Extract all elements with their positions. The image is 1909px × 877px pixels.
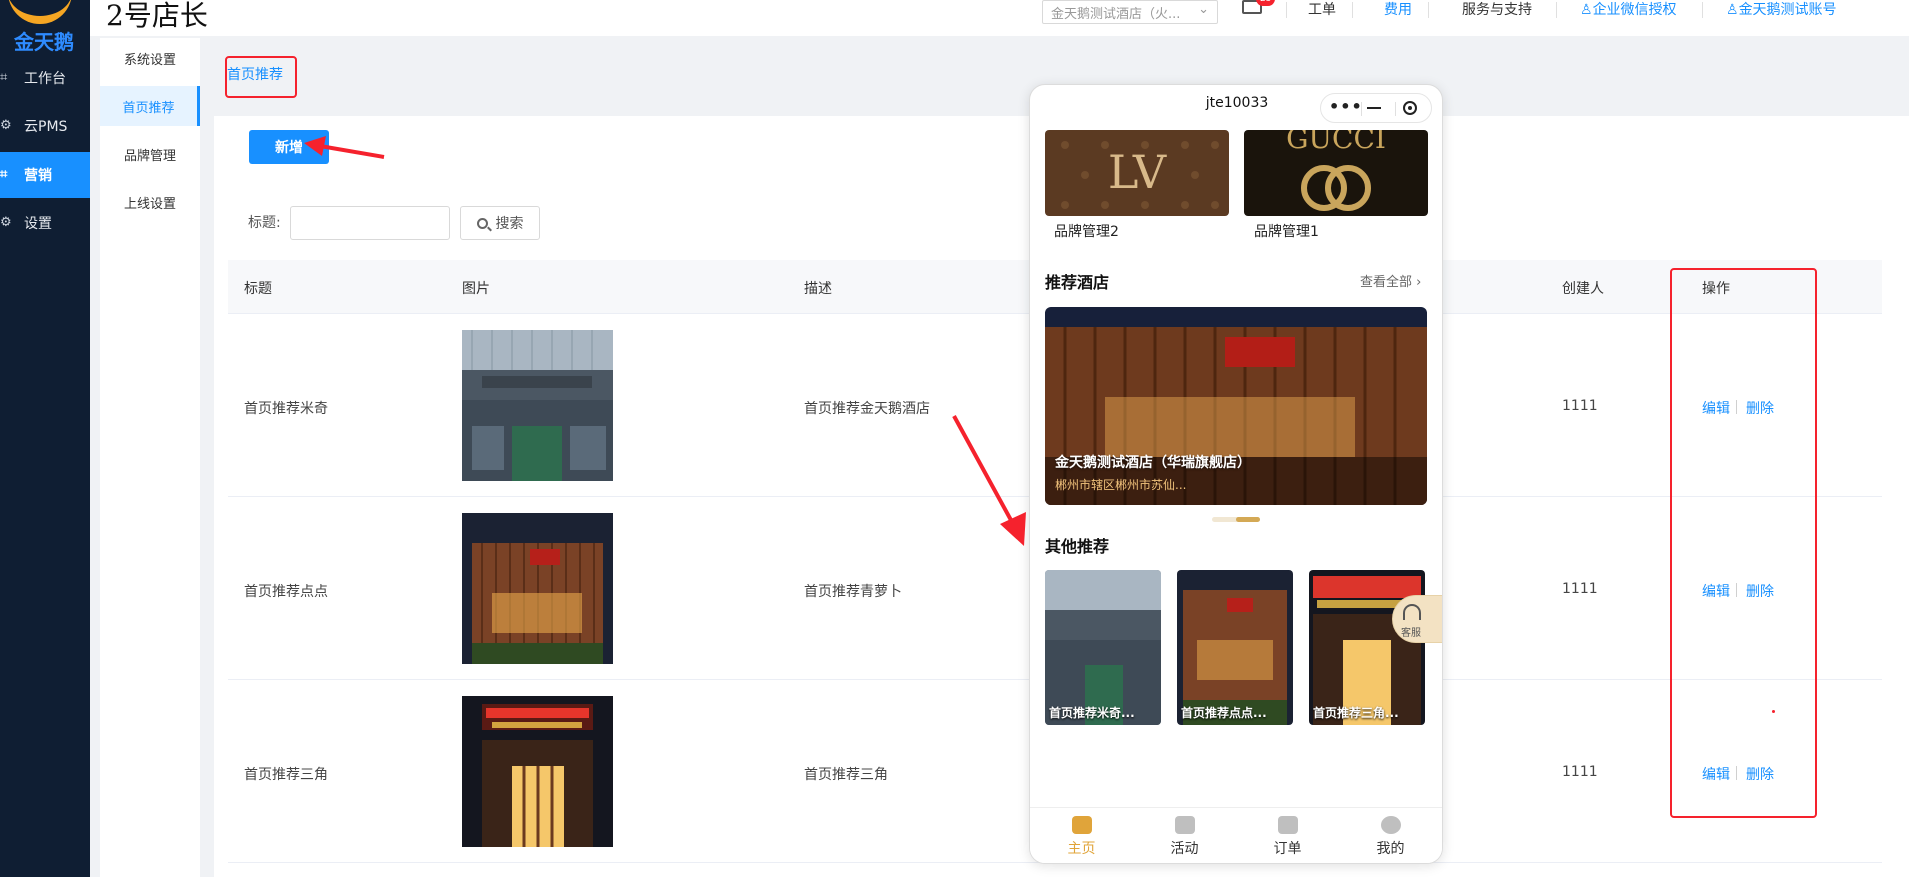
sidebar-item-label: 设置 [24,216,52,232]
row-title: 首页推荐米奇 [244,401,328,417]
headset-icon [1403,604,1421,620]
capsule-menu[interactable]: ••• [1320,93,1432,123]
other-recommend-label: 首页推荐米奇... [1049,706,1135,720]
gear-icon: ⚙ [0,215,12,230]
brand-name: 品牌管理1 [1254,224,1319,240]
annotation-box-actions [1670,268,1817,818]
row-creator: 1111 [1562,398,1598,414]
sidebar-item-label: 营销 [24,168,52,184]
submenu-item-system-settings[interactable]: 系统设置 [100,38,200,78]
mini-program-preview: jte10033 ••• LV GUCCI 品牌管理2 品牌管理1 推荐酒店 查… [1029,84,1443,864]
brand-image-lv[interactable]: LV [1045,130,1229,216]
other-recommend-card[interactable]: 首页推荐米奇... [1045,570,1161,725]
row-creator: 1111 [1562,581,1598,597]
other-recommend-image [1177,570,1293,725]
hotel-select-value: 金天鹅测试酒店（火... [1051,7,1181,22]
sidebar-item-pms[interactable]: ⚙ 云PMS [0,103,90,149]
header-link-wechat-auth[interactable]: ♙企业微信授权 [1580,0,1677,22]
chevron-right-icon: › [1416,275,1422,290]
header-link-support[interactable]: 服务与支持 [1462,0,1532,22]
hotel-banner[interactable]: 金天鹅测试酒店（华瑞旗舰店） 郴州市辖区郴州市苏仙... [1045,307,1427,505]
recommended-hotels-title: 推荐酒店 [1045,273,1110,292]
chevron-down-icon: ⌄ [1198,2,1209,17]
tab-home[interactable]: 主页 [1030,808,1133,863]
hotel-banner-name: 金天鹅测试酒店（华瑞旗舰店） [1055,455,1251,471]
more-icon[interactable]: ••• [1329,99,1362,115]
title-filter-label: 标题: [248,215,281,231]
title-filter-input[interactable] [290,206,450,240]
order-icon [1277,816,1298,834]
other-recommend-card[interactable]: 首页推荐点点... [1177,570,1293,725]
minimize-icon[interactable] [1367,107,1381,109]
message-button[interactable]: 25 [1240,0,1276,24]
star-icon [1174,816,1195,834]
header-link-fees[interactable]: 费用 [1384,0,1412,22]
sidebar-item-settings[interactable]: ⚙ 设置 [0,200,90,246]
submenu-item-online-settings[interactable]: 上线设置 [100,182,200,222]
other-recommend-card[interactable]: 首页推荐三角... [1309,570,1425,725]
carousel-indicator [1212,517,1260,522]
logo: 金天鹅 [0,0,90,54]
header-link-account[interactable]: ♙金天鹅测试账号 [1726,0,1837,22]
brand-image-gucci[interactable]: GUCCI [1244,130,1428,216]
sidebar-item-marketing[interactable]: ⌗ 营销 [0,152,90,198]
annotation-dot [1772,710,1775,713]
other-recommend-label: 首页推荐三角... [1313,706,1399,720]
brand-image-text: GUCCI [1286,130,1386,155]
tab-orders[interactable]: 订单 [1236,808,1339,863]
other-recommend-label: 首页推荐点点... [1181,706,1267,720]
other-recommend-title: 其他推荐 [1045,537,1110,556]
logo-text: 金天鹅 [14,30,74,54]
user-icon [1380,816,1401,834]
add-button[interactable]: 新增 [249,130,329,164]
sidebar-item-label: 工作台 [24,71,66,87]
notification-badge: 25 [1256,0,1276,6]
row-image [462,330,613,481]
row-image [462,513,613,664]
sidebar-item-label: 云PMS [24,119,68,135]
user-icon: ♙ [1726,2,1739,18]
column-header-title: 标题 [244,281,272,297]
sub-menu: 系统设置 首页推荐 品牌管理 上线设置 [100,38,200,877]
tab-mine[interactable]: 我的 [1339,808,1442,863]
customer-service-button[interactable]: 客服 [1392,595,1442,643]
column-header-description: 描述 [804,281,832,297]
main-sidebar: 金天鹅 ⌗ 工作台 ⚙ 云PMS ⌗ 营销 ⚙ 设置 [0,0,90,877]
row-description: 首页推荐金天鹅酒店 [804,401,930,417]
row-creator: 1111 [1562,764,1598,780]
submenu-item-home-recommend[interactable]: 首页推荐 [100,86,200,126]
hotel-banner-address: 郴州市辖区郴州市苏仙... [1055,478,1187,492]
hotel-select[interactable]: 金天鹅测试酒店（火... ⌄ [1042,0,1218,24]
gear-icon: ⚙ [0,118,12,133]
header-link-ticket[interactable]: 工单 [1308,0,1336,22]
other-recommend-image [1045,570,1161,725]
row-description: 首页推荐青萝卜 [804,584,902,600]
row-title: 首页推荐点点 [244,584,328,600]
workbench-icon: ⌗ [0,70,8,85]
brand-image-text: LV [1108,145,1167,199]
sidebar-item-workbench[interactable]: ⌗ 工作台 [0,55,90,101]
annotation-box-breadcrumb [225,56,297,98]
column-header-creator: 创建人 [1562,281,1604,297]
row-description: 首页推荐三角 [804,767,888,783]
top-header: 2号店长 金天鹅测试酒店（火... ⌄ 25 工单 费用 服务与支持 ♙企业微信… [90,0,1909,36]
see-all-link[interactable]: 查看全部 › [1360,271,1421,290]
search-button[interactable]: 搜索 [460,206,540,240]
marketing-icon: ⌗ [0,167,8,182]
column-header-image: 图片 [462,281,490,297]
search-icon [476,217,488,229]
row-image [462,696,613,847]
submenu-item-brand-management[interactable]: 品牌管理 [100,134,200,174]
close-icon[interactable] [1403,101,1417,115]
other-recommend-image [1309,570,1425,725]
mini-program-tabbar: 主页 活动 订单 我的 [1030,807,1442,863]
brand-name: 品牌管理2 [1054,224,1119,240]
home-icon [1071,816,1092,834]
user-icon: ♙ [1580,2,1593,18]
tab-activity[interactable]: 活动 [1133,808,1236,863]
store-title: 2号店长 [106,0,208,32]
row-title: 首页推荐三角 [244,767,328,783]
